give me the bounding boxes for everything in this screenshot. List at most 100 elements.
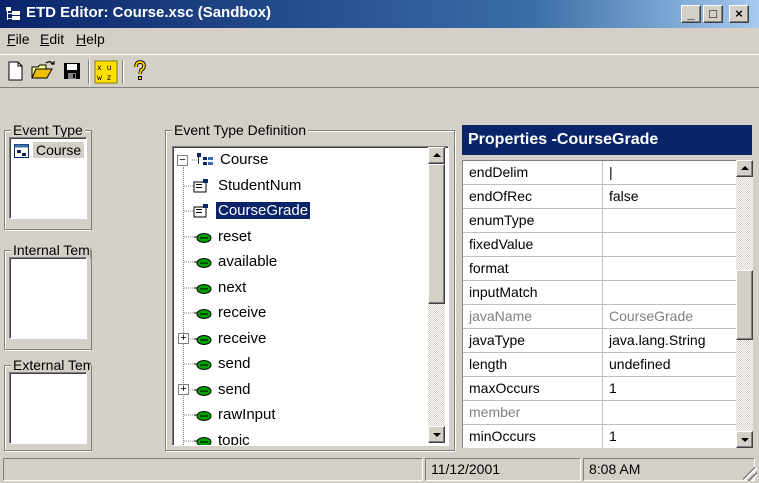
- status-bar: 11/12/2001 8:08 AM: [0, 455, 759, 483]
- property-name: javaName: [463, 305, 603, 329]
- event-type-list[interactable]: Course: [9, 137, 87, 219]
- svg-text:x u: x u: [97, 63, 112, 72]
- tree-node[interactable]: next: [184, 277, 248, 299]
- property-row-endDelim[interactable]: endDelim |: [463, 161, 736, 185]
- tree-node[interactable]: reset: [184, 226, 253, 248]
- tree-root-course[interactable]: − Course: [177, 149, 270, 171]
- toolbar-separator-2: [122, 60, 124, 84]
- property-row-maxOccurs[interactable]: maxOccurs 1: [463, 377, 736, 401]
- title-bar[interactable]: ETD Editor: Course.xsc (Sandbox) _ □ ×: [0, 0, 759, 28]
- external-templates-list[interactable]: [9, 372, 87, 444]
- tree-node[interactable]: send: [184, 353, 253, 375]
- menu-edit[interactable]: Edit: [40, 31, 64, 47]
- tree-node[interactable]: available: [184, 251, 279, 273]
- menu-edit-hotkey: E: [40, 31, 50, 47]
- property-row-minOccurs[interactable]: minOccurs 1: [463, 425, 736, 448]
- save-disk-icon: [64, 63, 80, 79]
- tree-node-label: next: [218, 278, 247, 296]
- scroll-down-arrow-icon: [741, 438, 749, 442]
- tree-node[interactable]: CourseGrade: [184, 200, 312, 222]
- new-file-icon: [8, 61, 23, 81]
- field-property-icon: [184, 178, 208, 193]
- properties-vertical-scrollbar[interactable]: [736, 160, 753, 448]
- tree-node-label: send: [218, 355, 251, 372]
- left-group-edge: [91, 130, 92, 230]
- property-value[interactable]: java.lang.String: [604, 329, 736, 353]
- property-name: member: [463, 401, 603, 425]
- tree-node[interactable]: rawInput: [184, 404, 278, 426]
- minimize-button[interactable]: _: [681, 5, 701, 23]
- property-value[interactable]: [604, 257, 736, 281]
- property-row-length[interactable]: length undefined: [463, 353, 736, 377]
- property-name: fixedValue: [463, 233, 603, 257]
- property-value[interactable]: |: [604, 161, 736, 185]
- open-folder-icon: [31, 61, 55, 79]
- property-value[interactable]: [604, 209, 736, 233]
- properties-header: Properties -CourseGrade: [462, 125, 752, 155]
- tree-scroll-thumb[interactable]: [428, 164, 445, 304]
- method-icon: [184, 436, 212, 445]
- tree-node-label: receive: [218, 329, 267, 347]
- help-button[interactable]: [128, 60, 152, 82]
- property-name: endOfRec: [463, 185, 603, 209]
- toolbar-separator: [88, 60, 90, 84]
- menu-edit-rest: dit: [49, 31, 65, 47]
- property-row-endOfRec[interactable]: endOfRec false: [463, 185, 736, 209]
- tree-scroll-down-button[interactable]: [428, 426, 445, 443]
- internal-templates-list[interactable]: [9, 257, 87, 339]
- tree-vertical-scrollbar[interactable]: [428, 147, 445, 443]
- property-row-enumType[interactable]: enumType: [463, 209, 736, 233]
- event-type-definition-group: Event Type Definition − Course StudentNum C…: [165, 122, 455, 451]
- expand-toggle-icon[interactable]: +: [178, 383, 189, 395]
- tree-node-label: receive: [218, 304, 267, 321]
- event-type-item-label: Course: [33, 142, 85, 158]
- property-row-inputMatch[interactable]: inputMatch: [463, 281, 736, 305]
- new-button[interactable]: [4, 60, 28, 82]
- status-date: 11/12/2001: [425, 458, 581, 481]
- method-icon: [184, 360, 212, 371]
- save-button[interactable]: [60, 60, 84, 82]
- property-value[interactable]: [604, 281, 736, 305]
- grid-layout-button[interactable]: x u w z: [94, 60, 118, 84]
- tree-node[interactable]: + send: [178, 379, 253, 401]
- props-scroll-down-button[interactable]: [736, 431, 753, 448]
- tree-node-label: CourseGrade: [214, 201, 312, 220]
- property-value[interactable]: 1: [604, 425, 736, 448]
- status-time: 8:08 AM: [583, 458, 755, 481]
- collapse-toggle-icon[interactable]: −: [177, 154, 188, 166]
- tree-scroll-up-button[interactable]: [428, 147, 445, 164]
- tree-node[interactable]: topic: [184, 430, 252, 445]
- property-value[interactable]: undefined: [604, 353, 736, 377]
- open-button[interactable]: [30, 60, 55, 82]
- property-value[interactable]: false: [604, 185, 736, 209]
- property-name: length: [463, 353, 603, 377]
- property-row-fixedValue[interactable]: fixedValue: [463, 233, 736, 257]
- expand-toggle-icon[interactable]: +: [178, 332, 189, 344]
- property-row-javaName[interactable]: javaName CourseGrade: [463, 305, 736, 329]
- tree-node-label: rawInput: [218, 406, 276, 423]
- properties-grid[interactable]: endDelim | endOfRec false enumType fixedValue…: [462, 160, 736, 448]
- property-name: minOccurs: [463, 425, 603, 448]
- status-message: [3, 458, 423, 481]
- tree-node[interactable]: + receive: [178, 328, 268, 350]
- menu-file[interactable]: File: [7, 31, 30, 47]
- property-row-javaType[interactable]: javaType java.lang.String: [463, 329, 736, 353]
- props-scroll-up-button[interactable]: [736, 160, 753, 177]
- tree-node[interactable]: StudentNum: [184, 175, 303, 197]
- event-type-item-course[interactable]: Course: [14, 142, 85, 162]
- menu-help[interactable]: Help: [76, 31, 105, 47]
- maximize-button[interactable]: □: [703, 5, 723, 23]
- resize-grip[interactable]: [743, 467, 757, 481]
- close-button[interactable]: ×: [729, 5, 749, 23]
- props-scroll-thumb[interactable]: [736, 270, 753, 340]
- property-row-format[interactable]: format: [463, 257, 736, 281]
- tree-node-label: available: [218, 253, 278, 270]
- property-row-member[interactable]: member: [463, 401, 736, 425]
- tree-node[interactable]: receive: [184, 302, 268, 324]
- property-name: inputMatch: [463, 281, 603, 305]
- definition-tree[interactable]: − Course StudentNum CourseGrade reset availab…: [172, 146, 449, 446]
- toolbar: x u w z: [0, 54, 759, 88]
- property-name: format: [463, 257, 603, 281]
- property-value[interactable]: [604, 233, 736, 257]
- property-value[interactable]: 1: [604, 377, 736, 401]
